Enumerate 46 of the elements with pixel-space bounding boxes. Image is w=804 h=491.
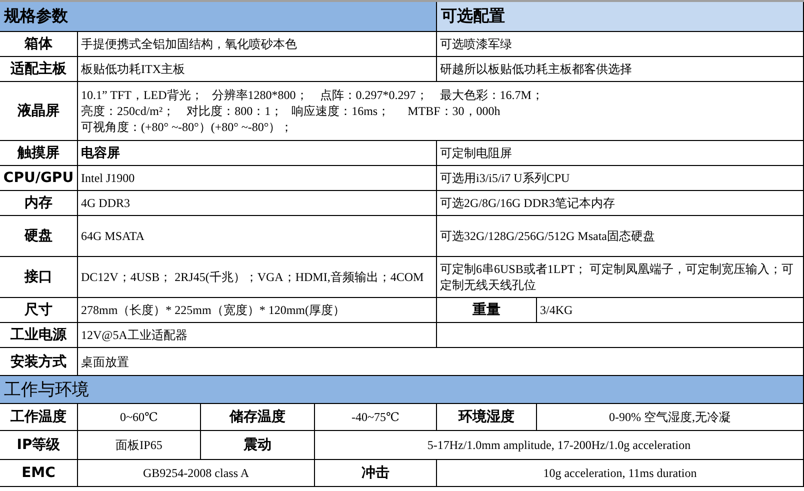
env-label: EMC [0,460,78,487]
row-label: 内存 [0,191,78,216]
option-value: 可选2G/8G/16G DDR3笔记本内存 [437,191,804,216]
spec-value: 手提便携式全铝加固结构，氧化喷砂本色 [78,32,437,57]
spec-value: 64G MSATA [78,216,437,257]
section-title: 可选配置 [437,2,804,32]
section-title: 工作与环境 [0,376,804,404]
row-label: 箱体 [0,32,78,57]
env-value: 面板IP65 [78,431,201,460]
row-label: 液晶屏 [0,82,78,141]
env-value: 5-17Hz/1.0mm amplitude, 17-200Hz/1.0g acceleration [315,431,804,460]
spec-value: 12V@5A工业适配器 [78,323,437,348]
row-label: CPU/GPU [0,166,78,191]
row-label: 重量 [437,298,537,323]
spec-value: 10.1” TFT，LED背光； 分辨率1280*800； 点阵：0.297*0.297； 最大色彩：16.7M； 亮度：250cd/m²； 对比度：800：1； 响应速度：16ms； MTBF：30，000h 可视角度：(+80° ~-80°）(+80° ~-80°）； [78,82,804,141]
env-label: IP等级 [0,431,78,460]
row-label: 工业电源 [0,323,78,348]
spec-value: 电容屏 [78,141,437,166]
env-label: 冲击 [315,460,437,487]
spec-value: 4G DDR3 [78,191,437,216]
env-value: 0~60℃ [78,404,201,431]
env-label: 储存温度 [201,404,315,431]
spec-value: 278mm（长度）* 225mm（宽度）* 120mm(厚度） [78,298,437,323]
row-label: 适配主板 [0,57,78,82]
option-value: 可选用i3/i5/i7 U系列CPU [437,166,804,191]
section-title: 规格参数 [0,2,437,32]
env-label: 环境湿度 [437,404,537,431]
option-value: 研越所以板贴低功耗主板都客供选择 [437,57,804,82]
env-label: 工作温度 [0,404,78,431]
env-value: 0-90% 空气湿度,无冷凝 [537,404,804,431]
option-value: 可定制电阻屏 [437,141,804,166]
env-label: 震动 [201,431,315,460]
row-label: 接口 [0,257,78,298]
option-value: 可选32G/128G/256G/512G Msata固态硬盘 [437,216,804,257]
option-value: 可定制6串6USB或者1LPT； 可定制凤凰端子，可定制宽压输入；可定制无线天线孔位 [437,257,804,298]
spec-value: 3/4KG [537,298,804,323]
spec-value: Intel J1900 [78,166,437,191]
row-label: 硬盘 [0,216,78,257]
row-label: 尺寸 [0,298,78,323]
spec-value: 板贴低功耗ITX主板 [78,57,437,82]
env-value: 10g acceleration, 11ms duration [437,460,804,487]
env-value: -40~75℃ [315,404,437,431]
env-value: GB9254-2008 class A [78,460,315,487]
option-value: 可选喷漆军绿 [437,32,804,57]
row-label: 触摸屏 [0,141,78,166]
spec-value: DC12V；4USB； 2RJ45(千兆）；VGA；HDMI,音频输出；4COM [78,257,437,298]
